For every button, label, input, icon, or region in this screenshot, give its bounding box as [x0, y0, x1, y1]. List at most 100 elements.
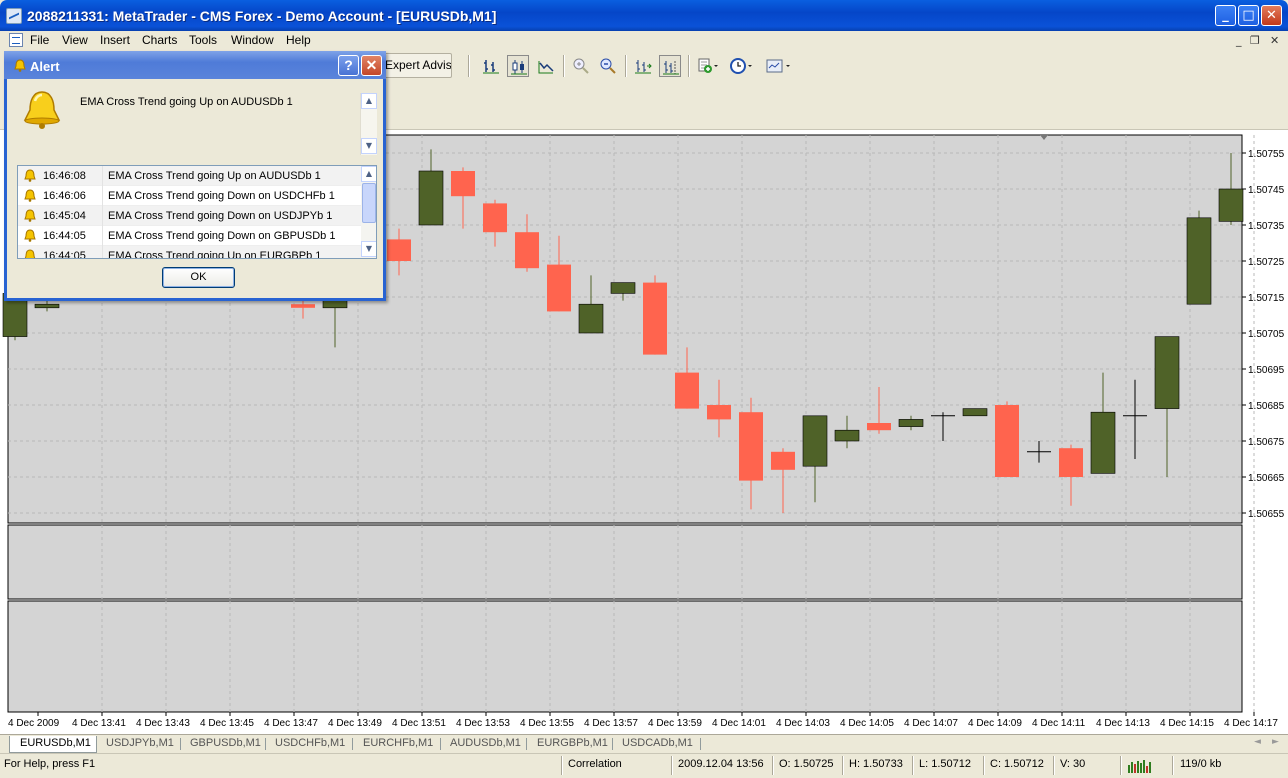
menu-window[interactable]: Window — [231, 33, 274, 47]
chart-shift-icon[interactable] — [659, 55, 681, 77]
status-low: L: 1.50712 — [919, 758, 971, 770]
bull-candle — [418, 170, 444, 226]
list-scrollbar[interactable]: ▲ ▼ — [361, 166, 376, 258]
y-tick-label: 1.50735 — [1248, 221, 1285, 232]
scroll-down-icon[interactable]: ▼ — [361, 241, 376, 257]
bull-candle — [1154, 336, 1180, 409]
tab-usdjpyb-m1[interactable]: USDJPYb,M1 — [106, 736, 174, 753]
x-tick-label: 4 Dec 2009 — [8, 718, 60, 729]
tab-eurusdb-m1[interactable]: EURUSDb,M1 — [9, 736, 97, 753]
y-tick-label: 1.50685 — [1248, 401, 1285, 412]
mdi-minimize-button[interactable]: _ — [1236, 34, 1242, 47]
bull-candle — [1090, 411, 1116, 474]
bear-candle — [387, 239, 411, 261]
message-scrollbar[interactable]: ▲ ▼ — [360, 93, 377, 155]
bell-icon — [24, 209, 36, 222]
alert-history-list[interactable]: 16:46:08 EMA Cross Trend going Up on AUD… — [17, 165, 377, 259]
scroll-up-icon[interactable]: ▲ — [361, 93, 377, 109]
mdi-restore-button[interactable]: ❐ — [1250, 34, 1260, 47]
periods-clock-icon[interactable] — [727, 55, 752, 77]
list-item[interactable]: 16:46:08 EMA Cross Trend going Up on AUD… — [18, 166, 361, 186]
mdi-close-button[interactable]: ✕ — [1270, 34, 1279, 47]
ok-button[interactable]: OK — [162, 267, 235, 288]
tab-usdchfb-m1[interactable]: USDCHFb,M1 — [275, 736, 345, 753]
indicator-pane-1 — [7, 524, 1243, 600]
alert-close-button[interactable]: ✕ — [361, 55, 382, 76]
scroll-up-icon[interactable]: ▲ — [361, 166, 376, 182]
alert-text: EMA Cross Trend going Down on USDJPYb 1 — [108, 210, 333, 222]
bear-candle — [867, 423, 891, 431]
bear-candle — [291, 304, 315, 308]
close-button[interactable]: ✕ — [1261, 5, 1282, 26]
list-item[interactable]: 16:44:05 EMA Cross Trend going Down on G… — [18, 226, 361, 246]
connection-status-icon[interactable] — [1128, 759, 1152, 773]
window-titlebar[interactable]: 2088211331: MetaTrader - CMS Forex - Dem… — [0, 0, 1288, 31]
bear-candle — [515, 232, 539, 269]
chart-document-icon[interactable] — [9, 33, 23, 47]
bear-candle — [995, 405, 1019, 477]
tab-eurgbpb-m1[interactable]: EURGBPb,M1 — [537, 736, 608, 753]
alert-text: EMA Cross Trend going Up on EURGBPb 1 — [108, 250, 322, 259]
bar-chart-icon[interactable] — [480, 55, 502, 77]
bull-candle — [898, 419, 924, 427]
maximize-button[interactable]: □ — [1238, 5, 1259, 26]
auto-scroll-icon[interactable] — [632, 55, 654, 77]
menu-help[interactable]: Help — [286, 33, 311, 47]
x-tick-label: 4 Dec 13:51 — [392, 718, 446, 729]
y-tick-label: 1.50675 — [1248, 437, 1285, 448]
tab-prev-icon[interactable]: ◄ — [1254, 737, 1261, 747]
list-item[interactable]: 16:45:04 EMA Cross Trend going Down on U… — [18, 206, 361, 226]
bear-candle — [1059, 448, 1083, 477]
x-tick-label: 4 Dec 14:09 — [968, 718, 1022, 729]
x-tick-label: 4 Dec 14:13 — [1096, 718, 1150, 729]
y-tick-label: 1.50655 — [1248, 509, 1285, 520]
x-tick-label: 4 Dec 14:17 — [1224, 718, 1278, 729]
toolbar-separator — [563, 55, 565, 77]
scroll-down-icon[interactable]: ▼ — [361, 138, 377, 154]
menu-view[interactable]: View — [62, 33, 88, 47]
menu-insert[interactable]: Insert — [100, 33, 130, 47]
list-item[interactable]: 16:44:05 EMA Cross Trend going Up on EUR… — [18, 246, 361, 259]
x-tick-label: 4 Dec 14:05 — [840, 718, 894, 729]
bear-candle — [483, 203, 507, 233]
candlestick-chart-icon[interactable] — [507, 55, 529, 77]
x-tick-label: 4 Dec 13:57 — [584, 718, 638, 729]
bull-candle — [834, 429, 860, 442]
status-bar: For Help, press F1 Correlation 2009.12.0… — [0, 753, 1288, 778]
line-chart-icon[interactable] — [535, 55, 557, 77]
tab-eurchfb-m1[interactable]: EURCHFb,M1 — [363, 736, 433, 753]
tab-usdcadb-m1[interactable]: USDCADb,M1 — [622, 736, 693, 753]
status-datetime: 2009.12.04 13:56 — [678, 758, 764, 770]
minimize-button[interactable]: _ — [1215, 5, 1236, 26]
bull-candle — [34, 303, 60, 309]
alert-text: EMA Cross Trend going Down on USDCHFb 1 — [108, 190, 335, 202]
x-tick-label: 4 Dec 13:59 — [648, 718, 702, 729]
menu-file[interactable]: File — [30, 33, 49, 47]
metatrader-app-icon — [6, 8, 22, 24]
tab-next-icon[interactable]: ► — [1272, 737, 1279, 747]
window-title: 2088211331: MetaTrader - CMS Forex - Dem… — [27, 8, 497, 24]
list-item[interactable]: 16:46:06 EMA Cross Trend going Down on U… — [18, 186, 361, 206]
menu-charts[interactable]: Charts — [142, 33, 177, 47]
status-close: C: 1.50712 — [990, 758, 1044, 770]
menu-tools[interactable]: Tools — [189, 33, 217, 47]
status-profile[interactable]: Correlation — [568, 758, 622, 770]
toolbar-separator — [468, 55, 470, 77]
bell-icon — [24, 189, 36, 202]
status-traffic: 119/0 kb — [1180, 758, 1222, 770]
zoom-out-icon[interactable] — [597, 55, 619, 77]
indicators-list-icon[interactable] — [695, 55, 718, 77]
alert-titlebar[interactable]: Alert ? ✕ — [4, 51, 386, 79]
alert-dialog[interactable]: Alert ? ✕ EMA Cross Trend going Up on AU… — [4, 51, 386, 301]
tab-gbpusdb-m1[interactable]: GBPUSDb,M1 — [190, 736, 261, 753]
x-tick-label: 4 Dec 13:47 — [264, 718, 318, 729]
bull-candle — [1218, 188, 1244, 222]
templates-icon[interactable] — [763, 55, 790, 77]
bull-candle — [802, 415, 828, 467]
help-button[interactable]: ? — [338, 55, 359, 76]
tab-audusdb-m1[interactable]: AUDUSDb,M1 — [450, 736, 521, 753]
x-tick-label: 4 Dec 14:15 — [1160, 718, 1214, 729]
zoom-in-icon[interactable] — [570, 55, 592, 77]
x-tick-label: 4 Dec 13:55 — [520, 718, 574, 729]
scroll-thumb[interactable] — [362, 183, 376, 223]
